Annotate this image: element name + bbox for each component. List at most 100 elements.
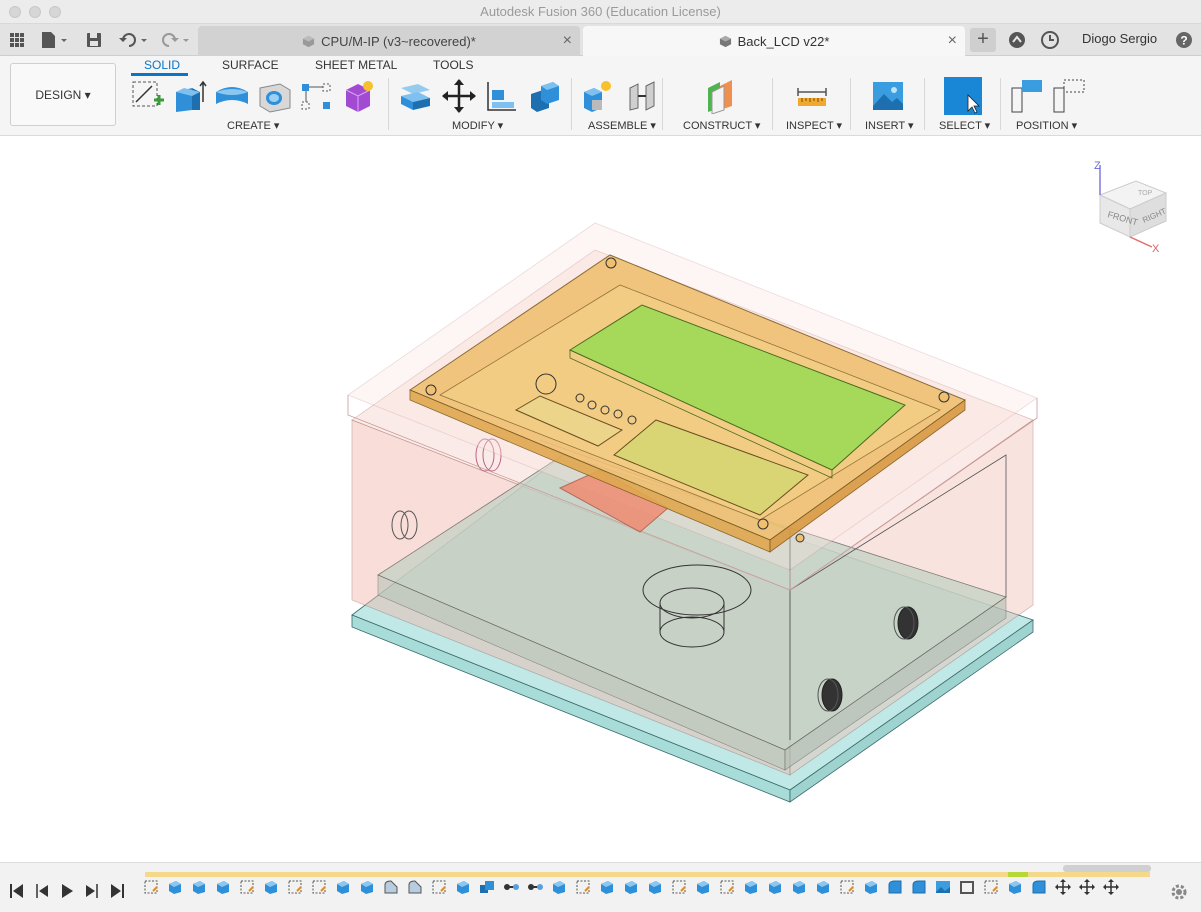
extensions-icon[interactable]: [1008, 31, 1026, 49]
pattern-icon[interactable]: [298, 78, 334, 114]
step-back-icon[interactable]: [33, 882, 51, 900]
timeline-scrollbar[interactable]: [1063, 865, 1151, 872]
timeline-feature-sketch-icon[interactable]: [575, 879, 591, 895]
step-forward-icon[interactable]: [83, 882, 101, 900]
hole-icon[interactable]: [256, 78, 292, 114]
play-icon[interactable]: [58, 882, 76, 900]
insert-image-icon[interactable]: [870, 78, 906, 114]
timeline-feature-fillet-icon[interactable]: [911, 879, 927, 895]
tab-cpu-m-ip[interactable]: CPU/M-IP (v3~recovered)* ×: [198, 26, 580, 56]
timeline-feature-body-icon[interactable]: [359, 879, 375, 895]
timeline-feature-sketch-icon[interactable]: [239, 879, 255, 895]
timeline-feature-shell-icon[interactable]: [959, 879, 975, 895]
timeline-feature-move-icon[interactable]: [1079, 879, 1095, 895]
help-icon[interactable]: ?: [1175, 31, 1193, 49]
timeline-feature-body-icon[interactable]: [599, 879, 615, 895]
timeline-feature-sketch-icon[interactable]: [671, 879, 687, 895]
timeline-feature-sketch-icon[interactable]: [287, 879, 303, 895]
tab-surface[interactable]: SURFACE: [222, 58, 279, 72]
tab-back-lcd[interactable]: Back_LCD v22* ×: [583, 26, 965, 56]
revolve-icon[interactable]: [214, 78, 250, 114]
app-grid-icon[interactable]: [9, 32, 25, 48]
tab-tools[interactable]: TOOLS: [433, 58, 473, 72]
select-group-label[interactable]: SELECT ▾: [939, 119, 990, 132]
timeline-feature-fillet-icon[interactable]: [1031, 879, 1047, 895]
canvas-viewport[interactable]: TOP FRONT RIGHT Z X: [0, 137, 1201, 861]
timeline-feature-body-icon[interactable]: [455, 879, 471, 895]
create-group-label[interactable]: CREATE ▾: [227, 119, 279, 132]
combine-icon[interactable]: [527, 78, 563, 114]
timeline-feature-body-icon[interactable]: [815, 879, 831, 895]
timeline-settings-gear-icon[interactable]: [1170, 883, 1188, 901]
timeline-feature-sketch-icon[interactable]: [719, 879, 735, 895]
timeline-feature-joint-icon[interactable]: [527, 879, 543, 895]
timeline-feature-body-icon[interactable]: [215, 879, 231, 895]
timeline-feature-sketch-icon[interactable]: [983, 879, 999, 895]
timeline-feature-move-icon[interactable]: [1103, 879, 1119, 895]
modify-group-label[interactable]: MODIFY ▾: [452, 119, 503, 132]
revert-position-icon[interactable]: [1052, 78, 1088, 114]
tab-solid[interactable]: SOLID: [144, 58, 180, 72]
move-copy-icon[interactable]: [441, 78, 477, 114]
timeline-feature-sketch-icon[interactable]: [311, 879, 327, 895]
insert-group-label[interactable]: INSERT ▾: [865, 119, 914, 132]
timeline-feature-body-icon[interactable]: [767, 879, 783, 895]
timeline-feature-joint-icon[interactable]: [503, 879, 519, 895]
create-sketch-icon[interactable]: [130, 78, 166, 114]
construct-group-label[interactable]: CONSTRUCT ▾: [683, 119, 760, 132]
close-tab-icon[interactable]: ×: [563, 32, 572, 50]
timeline-feature-body-icon[interactable]: [335, 879, 351, 895]
timeline-feature-body-icon[interactable]: [191, 879, 207, 895]
redo-icon[interactable]: [160, 30, 192, 50]
timeline-feature-revolve-icon[interactable]: [383, 879, 399, 895]
user-account-name[interactable]: Diogo Sergio: [1082, 31, 1157, 46]
file-icon[interactable]: [40, 30, 68, 50]
view-cube[interactable]: TOP FRONT RIGHT Z X: [1090, 155, 1170, 255]
model-render[interactable]: [0, 137, 1201, 861]
timeline-feature-body-icon[interactable]: [551, 879, 567, 895]
joint-icon[interactable]: [624, 78, 660, 114]
timeline-feature-body-icon[interactable]: [863, 879, 879, 895]
undo-icon[interactable]: [118, 30, 150, 50]
close-tab-icon[interactable]: ×: [948, 32, 957, 50]
timeline-feature-revolve-icon[interactable]: [407, 879, 423, 895]
offset-plane-icon[interactable]: [702, 78, 738, 114]
toolbar-separator: [662, 78, 663, 130]
workspace-switcher-button[interactable]: DESIGN ▾: [10, 63, 116, 126]
timeline-feature-body-icon[interactable]: [1007, 879, 1023, 895]
new-tab-button[interactable]: +: [970, 28, 996, 52]
save-icon[interactable]: [86, 30, 102, 50]
new-component-icon[interactable]: [580, 78, 616, 114]
measure-icon[interactable]: [794, 78, 830, 114]
timeline-feature-sketch-icon[interactable]: [431, 879, 447, 895]
timeline-feature-sketch-icon[interactable]: [143, 879, 159, 895]
timeline-marker[interactable]: [1008, 872, 1028, 877]
timeline-feature-combine-icon[interactable]: [479, 879, 495, 895]
timeline-feature-body-icon[interactable]: [791, 879, 807, 895]
position-group-label[interactable]: POSITION ▾: [1016, 119, 1077, 132]
create-form-icon[interactable]: [340, 78, 376, 114]
inspect-group-label[interactable]: INSPECT ▾: [786, 119, 842, 132]
capture-position-icon[interactable]: [1010, 78, 1046, 114]
press-pull-icon[interactable]: [398, 78, 434, 114]
timeline-feature-fillet-icon[interactable]: [887, 879, 903, 895]
toolbar-separator: [388, 78, 389, 130]
go-to-start-icon[interactable]: [8, 882, 26, 900]
job-status-icon[interactable]: [1041, 31, 1059, 49]
timeline-feature-body-icon[interactable]: [647, 879, 663, 895]
select-icon[interactable]: [944, 77, 982, 115]
timeline-feature-body-icon[interactable]: [743, 879, 759, 895]
timeline-feature-image-icon[interactable]: [935, 879, 951, 895]
timeline-feature-body-icon[interactable]: [263, 879, 279, 895]
timeline-feature-move-icon[interactable]: [1055, 879, 1071, 895]
extrude-icon[interactable]: [172, 78, 208, 114]
timeline-feature-body-icon[interactable]: [695, 879, 711, 895]
z-axis-label: Z: [1094, 160, 1101, 172]
timeline-feature-body-icon[interactable]: [167, 879, 183, 895]
tab-sheet-metal[interactable]: SHEET METAL: [315, 58, 397, 72]
assemble-group-label[interactable]: ASSEMBLE ▾: [588, 119, 656, 132]
go-to-end-icon[interactable]: [108, 882, 126, 900]
timeline-feature-sketch-icon[interactable]: [839, 879, 855, 895]
timeline-feature-body-icon[interactable]: [623, 879, 639, 895]
align-icon[interactable]: [484, 78, 520, 114]
